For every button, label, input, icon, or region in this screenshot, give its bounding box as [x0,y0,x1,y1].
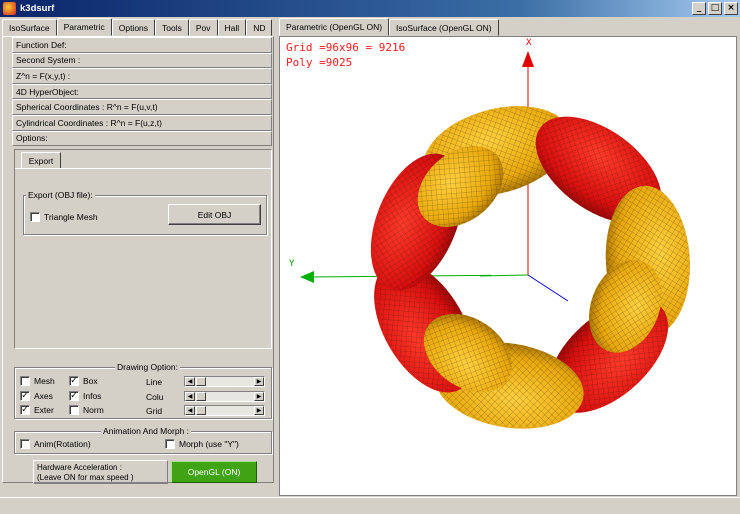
mesh-checkbox[interactable] [20,376,30,386]
line-slider-thumb[interactable] [196,377,206,386]
section-list: Function Def: Second System : Z^n = F(x,… [12,37,272,147]
drawing-option-title: Drawing Option: [115,362,180,372]
grid-slider-label: Grid [146,406,163,416]
opengl-viewport[interactable]: Grid =96x96 = 9216 Poly =9025 X Y [279,36,737,496]
mesh-label: Mesh [34,376,55,386]
colu-slider-thumb[interactable] [196,392,206,401]
export-group: Export (OBJ file): Triangle Mesh Edit OB… [23,190,267,235]
edit-obj-button[interactable]: Edit OBJ [168,204,261,225]
box-checkbox[interactable]: ✓ [69,376,79,386]
hardware-acceleration-label: Hardware Acceleration : (Leave ON for ma… [33,460,168,484]
maximize-button[interactable]: □ [708,2,722,15]
triangle-mesh-label: Triangle Mesh [44,212,98,222]
x-axis-arrow [522,51,534,67]
tab-isosurface[interactable]: IsoSurface [2,19,57,36]
colu-slider-right-arrow[interactable]: ▶ [254,392,264,401]
title-bar: k3dsurf _ □ × [0,0,740,17]
section-second-system[interactable]: Second System : [12,52,272,69]
axes-label: Axes [34,391,53,401]
section-cylindrical-coordinates[interactable]: Cylindrical Coordinates : R^n = F(u,z,t) [12,114,272,131]
colu-slider-left-arrow[interactable]: ◀ [185,392,195,401]
tab-tools[interactable]: Tools [155,19,189,36]
exter-checkbox[interactable]: ✓ [20,405,30,415]
colu-slider-label: Colu [146,392,164,402]
infos-checkbox[interactable]: ✓ [69,391,79,401]
infos-label: Infos [83,391,102,401]
export-group-label: Export (OBJ file): [26,190,95,200]
tab-isosurface-opengl[interactable]: IsoSurface (OpenGL ON) [389,19,499,36]
close-button[interactable]: × [724,2,738,15]
torus-knot-surface [370,106,690,429]
right-tabbar: Parametric (OpenGL ON) IsoSurface (OpenG… [279,18,499,36]
hardware-acceleration-line1: Hardware Acceleration : [37,463,122,472]
tab-options[interactable]: Options [111,19,156,36]
line-slider-right-arrow[interactable]: ▶ [254,377,264,386]
morph-checkbox[interactable] [165,439,175,449]
exter-label: Exter [34,405,54,415]
animation-morph-title: Animation And Morph : [101,426,191,436]
grid-slider-right-arrow[interactable]: ▶ [254,406,264,415]
left-tabbar: IsoSurface Parametric Options Tools Pov … [2,18,273,36]
tab-hall[interactable]: Hall [217,19,247,36]
morph-label: Morph (use "Y") [179,439,239,449]
section-function-def[interactable]: Function Def: [12,37,272,53]
app-icon [3,2,16,15]
status-bar [0,497,740,514]
tab-parametric[interactable]: Parametric [56,18,112,36]
tab-export[interactable]: Export [21,152,61,169]
section-spherical-coordinates[interactable]: Spherical Coordinates : R^n = F(u,v,t) [12,99,272,115]
norm-label: Norm [83,405,104,415]
grid-slider-thumb[interactable] [196,406,206,415]
anim-rotation-checkbox[interactable] [20,439,30,449]
grid-slider[interactable]: ◀ ▶ [184,405,265,416]
tab-parametric-opengl[interactable]: Parametric (OpenGL ON) [279,18,390,36]
section-4d-hyperobject[interactable]: 4D HyperObject: [12,83,272,100]
window-title: k3dsurf [20,3,55,14]
tab-pov[interactable]: Pov [188,19,218,36]
box-label: Box [83,376,98,386]
y-axis-arrow [300,271,314,283]
grid-slider-left-arrow[interactable]: ◀ [185,406,195,415]
section-z-function[interactable]: Z^n = F(x,y,t) : [12,68,272,84]
triangle-mesh-checkbox[interactable] [30,212,40,222]
line-slider-left-arrow[interactable]: ◀ [185,377,195,386]
norm-checkbox[interactable] [69,405,79,415]
options-panel: Export Export (OBJ file): Triangle Mesh … [14,149,272,349]
tab-nd[interactable]: ND [246,19,273,36]
line-slider[interactable]: ◀ ▶ [184,376,265,387]
parametric-surface-render [300,51,690,429]
colu-slider[interactable]: ◀ ▶ [184,391,265,402]
line-slider-label: Line [146,377,163,387]
opengl-toggle-button[interactable]: OpenGL (ON) [171,461,257,483]
minimize-button[interactable]: _ [692,2,706,15]
anim-rotation-label: Anim(Rotation) [34,439,91,449]
hardware-acceleration-line2: (Leave ON for max speed ) [37,473,134,482]
section-options[interactable]: Options: [12,130,272,147]
axes-checkbox[interactable]: ✓ [20,391,30,401]
